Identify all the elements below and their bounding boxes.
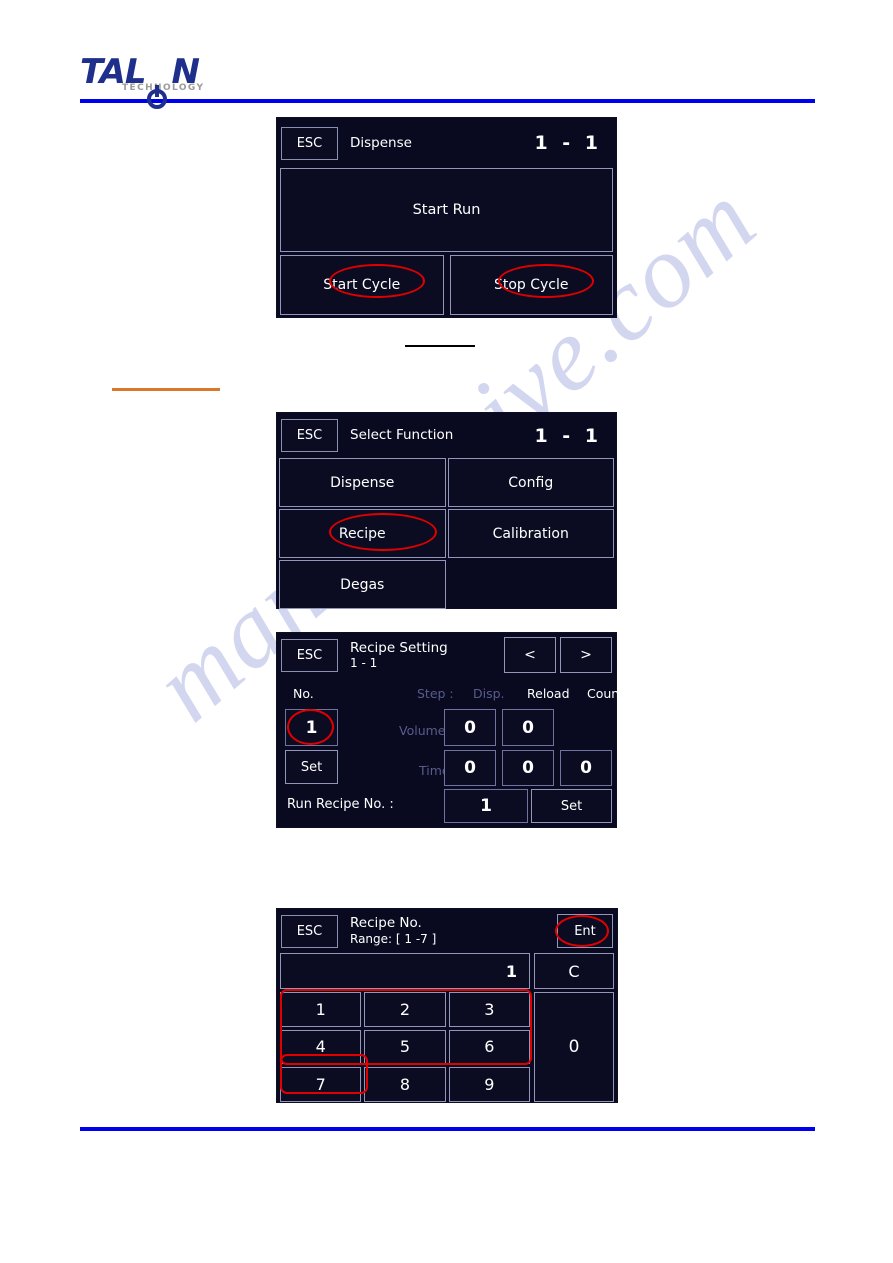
screen-title-text: Recipe No.: [350, 915, 422, 932]
key-7[interactable]: 7: [280, 1067, 362, 1102]
key-2[interactable]: 2: [364, 992, 446, 1027]
hmi-screen-dispense: ESC Dispense 1 - 1 Start Run Start Cycle…: [276, 117, 617, 318]
hmi-screen-select-function: ESC Select Function 1 - 1 Dispense Confi…: [276, 412, 617, 609]
recipe-number-set-button[interactable]: Set: [285, 750, 338, 784]
run-recipe-label: Run Recipe No. :: [287, 797, 394, 812]
recipe-setting-body: No. Step : Disp. Reload Count Volume : T…: [277, 678, 624, 827]
key-0[interactable]: 0: [534, 992, 614, 1102]
select-function-header: ESC Select Function 1 - 1: [277, 413, 616, 458]
next-recipe-button[interactable]: >: [560, 637, 612, 673]
hmi-screen-recipe-setting: ESC Recipe Setting 1 - 1 < > No. Step : …: [276, 632, 624, 828]
screen-title: Recipe No. Range: [ 1 -7 ]: [350, 915, 436, 947]
screen-title: Select Function: [350, 427, 454, 444]
enter-button[interactable]: Ent: [557, 914, 613, 948]
esc-button[interactable]: ESC: [281, 639, 338, 672]
function-button-grid: Dispense Config Recipe Calibration Degas: [279, 458, 614, 609]
stop-cycle-button[interactable]: Stop Cycle: [449, 255, 613, 315]
dispense-header: ESC Dispense 1 - 1: [277, 118, 616, 168]
start-run-button[interactable]: Start Run: [280, 168, 613, 252]
key-4[interactable]: 4: [280, 1029, 362, 1065]
time-reload-field[interactable]: 0: [502, 750, 554, 786]
function-button-dispense[interactable]: Dispense: [279, 458, 446, 507]
keypad-header: ESC Recipe No. Range: [ 1 -7 ] Ent: [277, 909, 617, 953]
screen-title-text: Recipe Setting: [350, 639, 448, 656]
key-9[interactable]: 9: [448, 1067, 530, 1102]
separator-rule-black: [405, 345, 475, 347]
function-button-recipe[interactable]: Recipe: [279, 509, 446, 558]
recipe-number-field[interactable]: 1: [285, 709, 338, 746]
key-6[interactable]: 6: [448, 1029, 530, 1065]
hmi-screen-recipe-keypad: ESC Recipe No. Range: [ 1 -7 ] Ent 1 C 1…: [276, 908, 618, 1103]
function-button-degas[interactable]: Degas: [279, 560, 446, 609]
function-button-calibration[interactable]: Calibration: [447, 509, 614, 558]
key-8[interactable]: 8: [364, 1067, 446, 1102]
esc-button[interactable]: ESC: [281, 914, 338, 948]
volume-reload-field[interactable]: 0: [502, 709, 554, 746]
function-button-config[interactable]: Config: [447, 458, 614, 507]
recipe-setting-header: ESC Recipe Setting 1 - 1 < >: [277, 633, 616, 678]
clear-key[interactable]: C: [534, 953, 614, 989]
prev-recipe-button[interactable]: <: [504, 637, 556, 673]
keypad-display-field[interactable]: 1: [280, 953, 530, 989]
column-header-step: Step :: [417, 686, 454, 701]
logo-subtitle: TECHNOLOGY: [122, 83, 205, 93]
time-disp-field[interactable]: 0: [444, 750, 496, 786]
function-grid-empty-slot: [448, 560, 615, 609]
start-cycle-button[interactable]: Start Cycle: [280, 255, 444, 315]
column-header-no: No.: [293, 686, 314, 701]
screen-title: Recipe Setting 1 - 1: [350, 640, 448, 672]
keypad-display-row: 1 C: [280, 953, 614, 989]
column-header-count: Count: [587, 686, 625, 701]
talon-logo: TAL N TECHNOLOGY: [80, 55, 230, 109]
separator-rule-orange: [112, 388, 220, 391]
time-count-field[interactable]: 0: [560, 750, 612, 786]
column-header-disp: Disp.: [473, 686, 505, 701]
screen-subtitle: Range: [ 1 -7 ]: [350, 931, 437, 946]
cycle-button-row: Start Cycle Stop Cycle: [280, 255, 613, 315]
numeric-keypad: 1 2 3 4 5 6 7 8 9: [280, 992, 530, 1102]
footer-rule: [80, 1127, 815, 1131]
page-indicator: 1 - 1: [534, 424, 602, 447]
recipe-nav-buttons: < >: [504, 637, 612, 673]
page-indicator: 1 - 1: [534, 132, 602, 154]
esc-button[interactable]: ESC: [281, 419, 338, 452]
column-header-reload: Reload: [527, 686, 570, 701]
volume-disp-field[interactable]: 0: [444, 709, 496, 746]
screen-subtitle: 1 - 1: [350, 656, 378, 671]
screen-title: Dispense: [350, 134, 412, 151]
run-recipe-set-button[interactable]: Set: [531, 789, 612, 823]
keypad-wrapper: 1 2 3 4 5 6 7 8 9 0: [280, 992, 614, 1102]
key-3[interactable]: 3: [448, 992, 530, 1027]
key-5[interactable]: 5: [364, 1029, 446, 1065]
key-1[interactable]: 1: [280, 992, 362, 1027]
run-recipe-value-field[interactable]: 1: [444, 789, 528, 823]
esc-button[interactable]: ESC: [281, 126, 338, 160]
